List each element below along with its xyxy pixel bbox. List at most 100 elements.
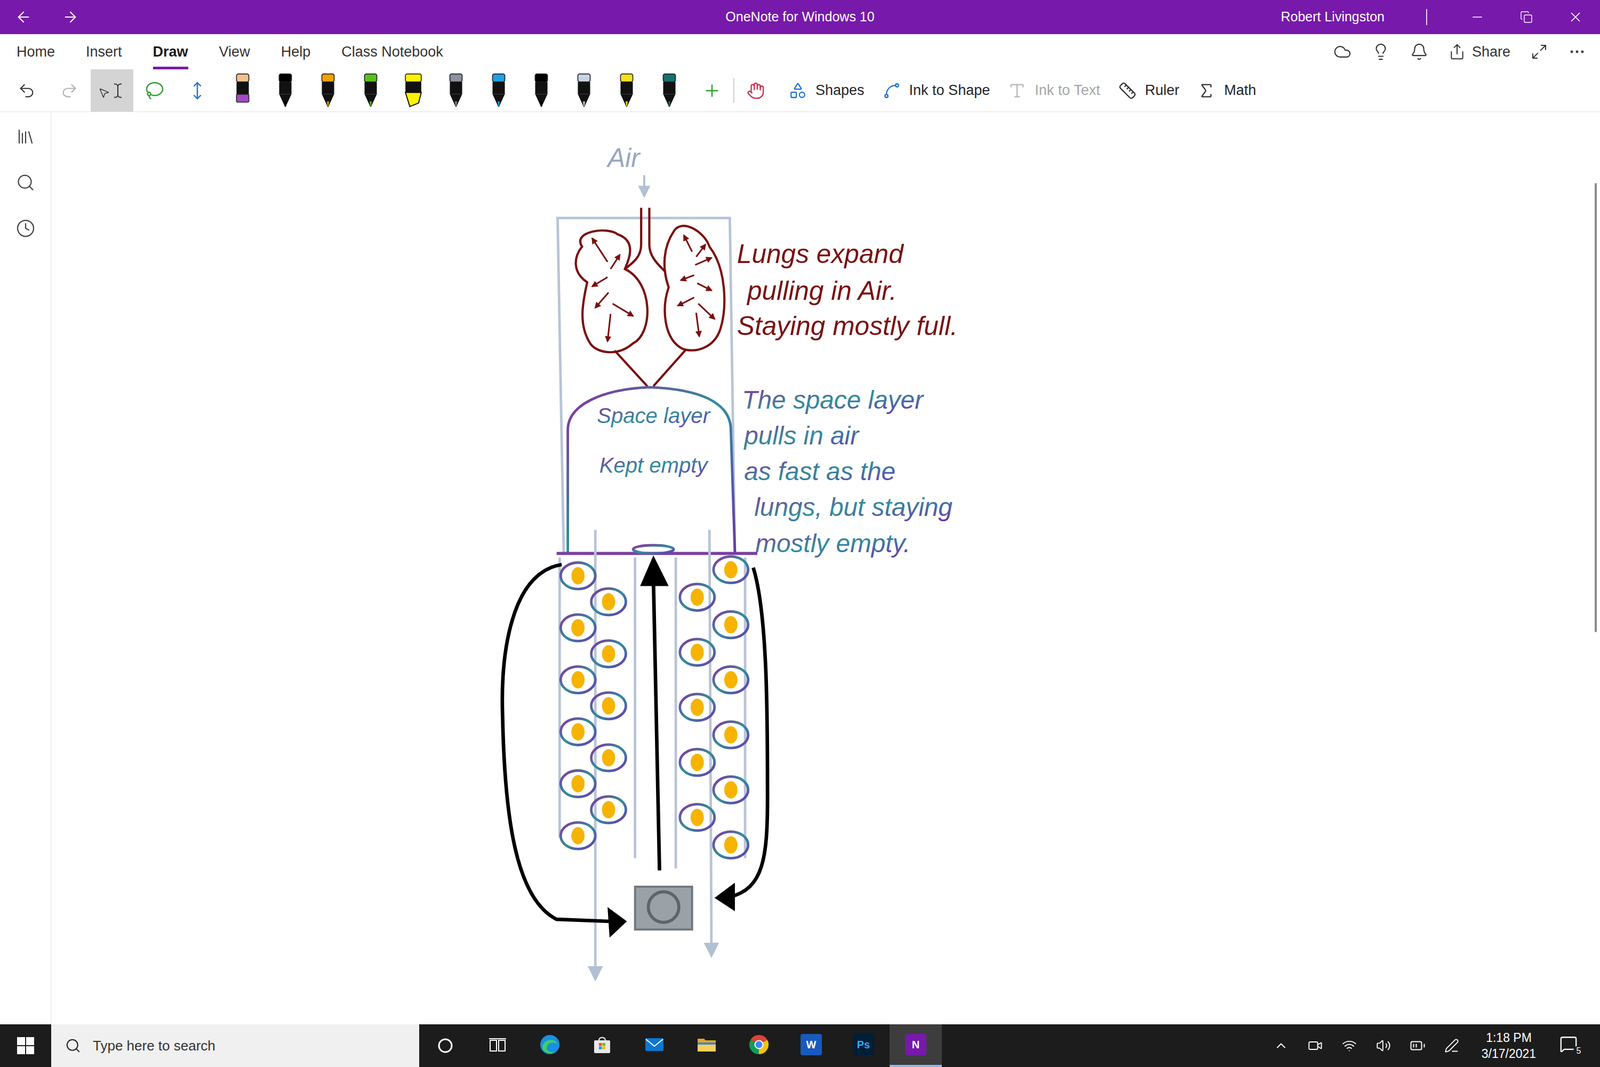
type-select-icon — [98, 82, 126, 99]
restore-button[interactable] — [1501, 0, 1551, 35]
task-view-icon — [488, 1036, 508, 1054]
page-canvas[interactable]: AirSpace layerKept emptyLungs expandpull… — [51, 112, 1600, 1024]
air-arrow — [643, 174, 646, 196]
undo-button[interactable] — [5, 69, 48, 112]
tray-battery[interactable] — [1400, 1024, 1435, 1067]
back-arrow-icon — [14, 8, 32, 26]
close-button[interactable] — [1550, 0, 1600, 35]
space-note: The space layerpulls in airas fast as th… — [741, 385, 953, 558]
undo-icon — [17, 81, 36, 100]
toolbar-button[interactable]: Shapes — [781, 69, 872, 112]
flow-arrows — [502, 564, 768, 922]
bell-icon[interactable] — [1410, 42, 1429, 61]
sync-icon[interactable] — [1333, 42, 1352, 61]
tool-button[interactable] — [176, 69, 219, 112]
user-name[interactable]: Robert Livingston — [1280, 6, 1385, 28]
expand-icon[interactable] — [1530, 43, 1548, 61]
taskbar-search[interactable]: Type here to search — [51, 1024, 420, 1067]
forward-button[interactable] — [46, 0, 94, 35]
body-outline — [557, 218, 735, 553]
lightbulb-icon[interactable] — [1371, 42, 1390, 61]
search-icon[interactable] — [16, 172, 36, 192]
cortana-button[interactable] — [419, 1024, 472, 1067]
word-icon: W — [800, 1033, 822, 1055]
touch-draw-button[interactable] — [734, 69, 778, 112]
tray-network[interactable] — [1332, 1024, 1367, 1067]
arrowhead — [640, 555, 669, 586]
clock[interactable]: 1:18 PM3/17/2021 — [1468, 1024, 1549, 1067]
ribbon-tab[interactable]: Help — [281, 34, 311, 70]
pen-button[interactable] — [648, 69, 691, 112]
ribbon-tab[interactable]: Draw — [153, 34, 189, 70]
ribbon-tab[interactable]: Insert — [85, 34, 123, 70]
pen-icon — [274, 73, 296, 109]
pen-button[interactable] — [477, 69, 520, 112]
add-pen-button[interactable] — [690, 69, 734, 112]
pen-button[interactable] — [264, 69, 307, 112]
left-nav — [0, 112, 52, 1024]
taskbar-app[interactable] — [628, 1024, 681, 1067]
start-button[interactable] — [0, 1024, 52, 1067]
pen-button[interactable] — [349, 69, 392, 112]
close-icon — [1567, 9, 1584, 26]
arrowhead — [607, 906, 627, 938]
pen-button[interactable] — [520, 69, 563, 112]
arrowhead — [714, 882, 735, 911]
photoshop-icon: Ps — [852, 1033, 875, 1055]
tray-meet[interactable] — [1298, 1024, 1333, 1067]
pen-button[interactable] — [434, 69, 478, 112]
pen-icon — [616, 73, 638, 109]
taskbar-app[interactable] — [680, 1024, 733, 1067]
share-button[interactable]: Share — [1448, 41, 1511, 63]
chevron-up-icon — [1273, 1037, 1289, 1053]
pen-button[interactable] — [392, 69, 435, 112]
notebooks-icon[interactable] — [16, 126, 36, 147]
title-bar: OneNote for Windows 10 Robert Livingston — [0, 0, 1600, 35]
pen-button[interactable] — [221, 69, 264, 112]
pen-button[interactable] — [306, 69, 350, 112]
minimize-button[interactable] — [1452, 0, 1502, 35]
minimize-icon — [1469, 9, 1485, 25]
pen-icon — [573, 73, 595, 109]
network-icon — [1341, 1037, 1357, 1053]
onenote-icon: N — [905, 1033, 927, 1055]
toolbar-button[interactable]: Ruler — [1110, 69, 1188, 112]
tube-lines — [559, 529, 746, 979]
store-icon — [591, 1033, 613, 1055]
pen-button[interactable] — [605, 69, 648, 112]
pen-button[interactable] — [562, 69, 606, 112]
pen-workspace-icon — [1444, 1037, 1460, 1053]
tool-button[interactable] — [133, 69, 176, 112]
svg-text:Space layer: Space layer — [596, 403, 711, 428]
svg-text:as fast as the: as fast as the — [744, 457, 896, 486]
toolbar-button[interactable]: Math — [1189, 69, 1264, 112]
recent-icon[interactable] — [16, 218, 36, 238]
tool-button[interactable] — [90, 69, 134, 112]
toolbar-separator — [733, 77, 735, 103]
toolbar-button[interactable]: Ink to Shape — [875, 69, 998, 112]
window-title: OneNote for Windows 10 — [725, 6, 875, 28]
taskbar-app[interactable] — [576, 1024, 629, 1067]
more-icon[interactable] — [1568, 42, 1587, 61]
restore-icon — [1520, 10, 1533, 24]
notification-button[interactable]: 5 — [1548, 1024, 1595, 1067]
tray-volume[interactable] — [1366, 1024, 1401, 1067]
svg-text:Staying mostly full.: Staying mostly full. — [737, 310, 958, 341]
taskbar-app[interactable]: Ps — [837, 1024, 890, 1067]
scrollbar[interactable] — [1594, 182, 1597, 632]
share-icon — [1448, 43, 1466, 61]
tray-pen[interactable] — [1434, 1024, 1469, 1067]
taskbar-app[interactable] — [732, 1024, 786, 1067]
clock-date: 3/17/2021 — [1481, 1045, 1536, 1062]
back-button[interactable] — [0, 0, 47, 35]
taskbar-app[interactable]: W — [785, 1024, 838, 1067]
taskbar-app[interactable]: N — [889, 1024, 942, 1067]
task-view-button[interactable] — [471, 1024, 524, 1067]
tray-chevron[interactable] — [1264, 1024, 1299, 1067]
taskbar-app[interactable] — [523, 1024, 576, 1067]
ribbon-tab[interactable]: Home — [16, 34, 55, 70]
ribbon-tab[interactable]: Class Notebook — [341, 34, 444, 70]
ribbon-tab[interactable]: View — [219, 34, 251, 70]
redo-icon — [60, 81, 79, 100]
redo-button[interactable] — [48, 69, 91, 112]
